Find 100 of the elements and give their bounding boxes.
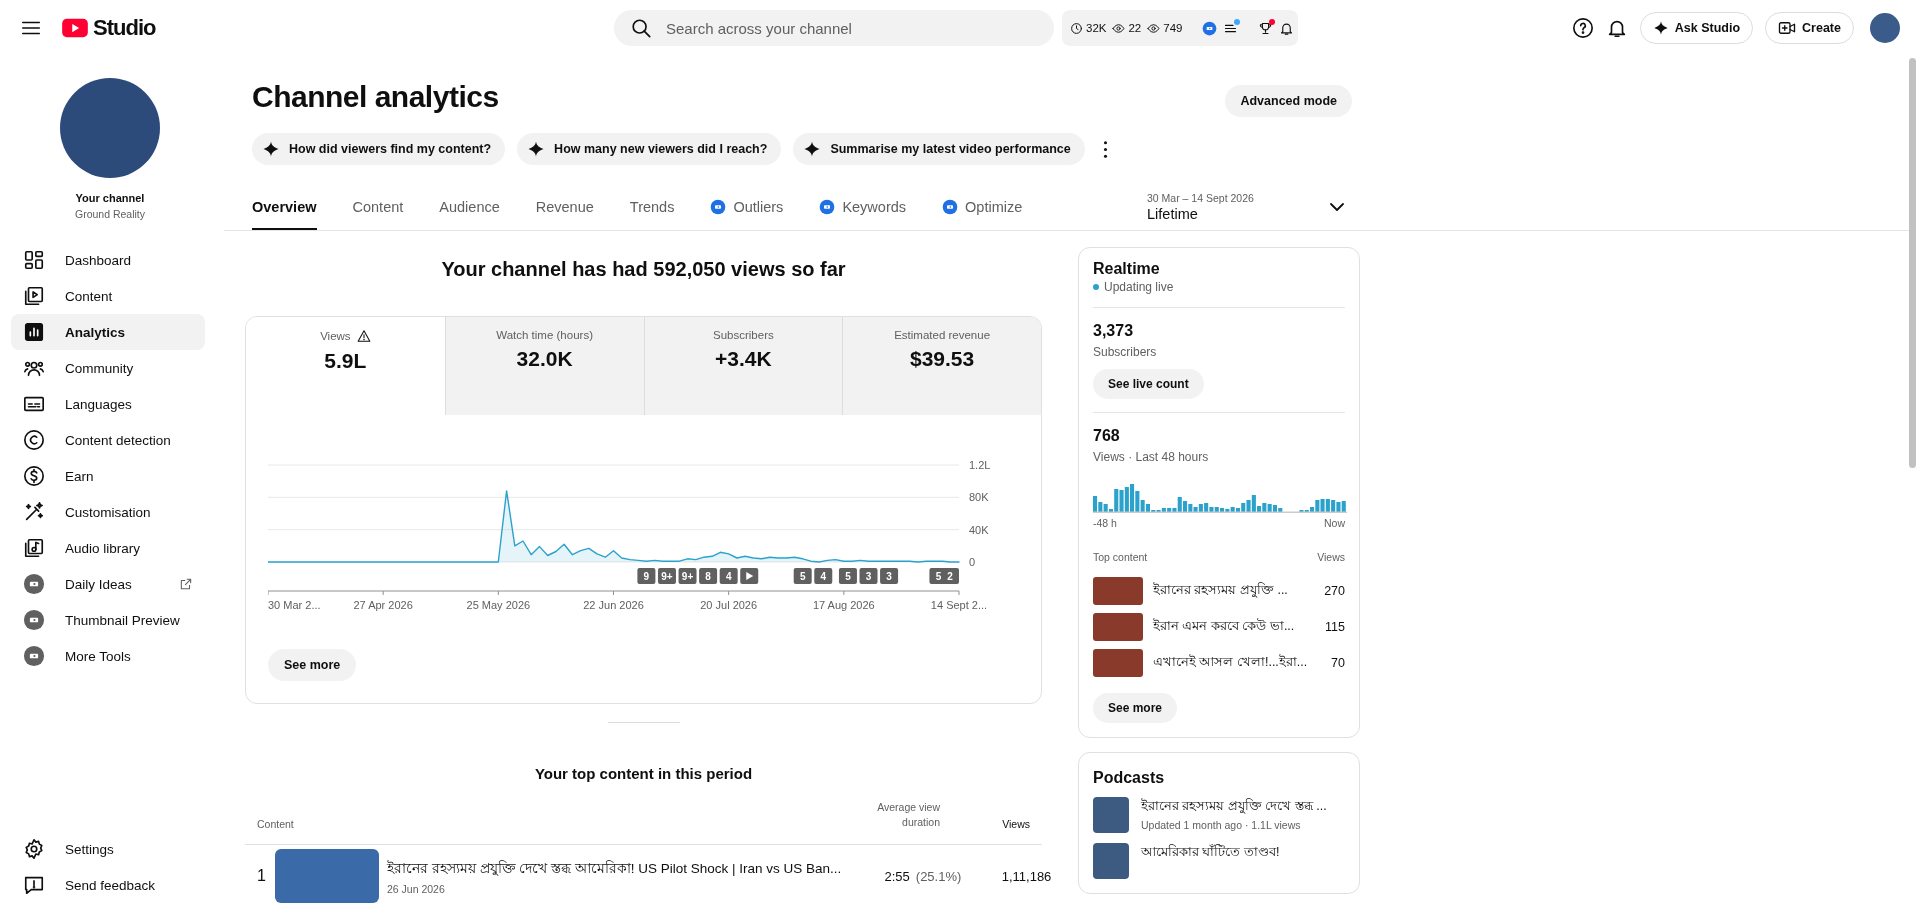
metric-tab[interactable]: Watch time (hours) 32.0K bbox=[444, 317, 644, 415]
video-thumbnail[interactable] bbox=[1093, 577, 1143, 605]
video-thumbnail[interactable] bbox=[1093, 613, 1143, 641]
search-icon bbox=[630, 17, 652, 39]
sidebar-item[interactable]: More Tools bbox=[11, 638, 205, 674]
feedback-icon bbox=[23, 874, 45, 896]
tab[interactable]: Overview bbox=[252, 185, 317, 230]
stat-value: 32K bbox=[1086, 22, 1107, 34]
see-live-count-button[interactable]: See live count bbox=[1093, 369, 1204, 399]
channel-name: Ground Reality bbox=[74, 207, 145, 222]
axis-label: Now bbox=[1324, 517, 1345, 529]
tab[interactable]: Optimize bbox=[942, 185, 1023, 230]
rank-number: 1 bbox=[257, 867, 267, 885]
podcast-title[interactable]: ইরানের রহস্যময় প্রযুক্তি দেখে স্তব্ধ ... bbox=[1141, 797, 1327, 817]
sidebar-item[interactable]: Earn bbox=[11, 458, 205, 494]
stat-value: 749 bbox=[1163, 22, 1183, 34]
sidebar-item[interactable]: Thumbnail Preview bbox=[11, 602, 205, 638]
account-avatar[interactable] bbox=[1870, 13, 1900, 43]
bar-chart-icon bbox=[23, 321, 45, 343]
tab[interactable]: Keywords bbox=[819, 185, 907, 230]
video-count-marker[interactable]: 5 bbox=[838, 568, 857, 584]
play-marker[interactable] bbox=[740, 568, 759, 584]
video-thumbnail[interactable] bbox=[275, 849, 379, 903]
video-count-marker[interactable]: 4 bbox=[719, 568, 738, 584]
video-title[interactable]: ইরানের রহস্যময় প্রযুক্তি ... bbox=[1153, 581, 1315, 601]
podcast-meta: Updated 1 month ago · 1.1L views bbox=[1141, 819, 1302, 831]
sidebar-item[interactable]: Dashboard bbox=[11, 242, 205, 278]
help-button[interactable] bbox=[1571, 17, 1594, 39]
create-button[interactable]: Create bbox=[1765, 12, 1854, 44]
sidebar-item[interactable]: Content detection bbox=[11, 422, 205, 458]
tab[interactable]: Content bbox=[352, 185, 404, 230]
extension-logo-icon bbox=[23, 645, 45, 667]
podcast-thumbnail[interactable] bbox=[1093, 797, 1129, 833]
video-count-marker[interactable]: 8 bbox=[699, 568, 718, 584]
tab[interactable]: Audience bbox=[439, 185, 500, 230]
video-count-marker[interactable]: 4 bbox=[814, 568, 833, 584]
duration-percent: (25.1%) bbox=[915, 868, 962, 884]
see-more-button[interactable]: See more bbox=[1093, 693, 1178, 723]
play-logo-icon bbox=[60, 17, 90, 39]
video-title[interactable]: ইরান এমন করবে কেউ ভা... bbox=[1153, 617, 1316, 637]
video-thumbnail[interactable] bbox=[1093, 649, 1143, 677]
sidebar-item[interactable]: Analytics bbox=[11, 314, 205, 350]
studio-logo[interactable]: Studio bbox=[60, 15, 156, 41]
extension-logo-button[interactable] bbox=[1202, 20, 1218, 36]
suggestion-chip[interactable]: How many new viewers did I reach? bbox=[517, 133, 782, 165]
trophy-button[interactable] bbox=[1258, 20, 1274, 36]
metric-tab[interactable]: Subscribers +3.4K bbox=[643, 317, 843, 415]
stat-value: 22 bbox=[1128, 22, 1142, 34]
magic-wand-icon bbox=[23, 501, 45, 523]
video-count-marker[interactable]: 9 bbox=[637, 568, 656, 584]
bell-button[interactable] bbox=[1279, 20, 1295, 36]
ask-studio-button[interactable]: Ask Studio bbox=[1639, 12, 1754, 44]
tab[interactable]: Revenue bbox=[535, 185, 594, 230]
trophy-icon bbox=[1258, 20, 1274, 36]
suggestion-chip[interactable]: Summarise my latest video performance bbox=[793, 133, 1085, 165]
axis-label: 22 Jun 2026 bbox=[583, 599, 644, 611]
video-title[interactable]: এখানেই আসল খেলা!...ইরা... bbox=[1153, 653, 1322, 673]
music-note-icon bbox=[23, 537, 45, 559]
dollar-icon bbox=[23, 465, 45, 487]
video-count-marker[interactable]: 9+ bbox=[657, 568, 676, 584]
see-more-button[interactable]: See more bbox=[268, 649, 357, 681]
view-count: 1,11,186 bbox=[1000, 868, 1052, 884]
tab[interactable]: Outliers bbox=[710, 185, 784, 230]
sparkle-icon bbox=[1652, 20, 1669, 36]
video-title[interactable]: ইরানের রহস্যময় প্রযুক্তি দেখে স্তব্ধ আমেরিকা! US Pilot Shock | Iran vs US Ban... bbox=[387, 857, 842, 881]
podcast-thumbnail[interactable] bbox=[1093, 843, 1129, 879]
tab[interactable]: Trends bbox=[629, 185, 675, 230]
suggestion-chip[interactable]: How did viewers find my content? bbox=[252, 133, 506, 165]
sidebar-item[interactable]: Audio library bbox=[11, 530, 205, 566]
podcast-title[interactable]: আমেরিকার ঘাঁটিতে তাণ্ডব! bbox=[1141, 843, 1280, 863]
sidebar-item[interactable]: Daily Ideas bbox=[11, 566, 205, 602]
more-button[interactable] bbox=[1102, 139, 1108, 159]
clock-icon bbox=[1070, 21, 1083, 35]
sidebar-item[interactable]: Customisation bbox=[11, 494, 205, 530]
metric-tab[interactable]: Estimated revenue $39.53 bbox=[842, 317, 1041, 415]
chevron-down-icon bbox=[1330, 202, 1344, 211]
axis-label: 17 Aug 2026 bbox=[812, 599, 875, 611]
sidebar-item[interactable]: Send feedback bbox=[11, 867, 205, 903]
sidebar-item[interactable]: Languages bbox=[11, 386, 205, 422]
extension-logo-icon bbox=[23, 573, 45, 595]
column-header: Content bbox=[257, 818, 295, 830]
dashboard-icon bbox=[23, 249, 45, 271]
video-count-marker[interactable]: 3 bbox=[859, 568, 878, 584]
scrollbar-thumb[interactable] bbox=[1909, 58, 1916, 468]
video-count-marker[interactable]: 9+ bbox=[678, 568, 697, 584]
video-count-marker[interactable]: 3 bbox=[880, 568, 899, 584]
page-title: Channel analytics bbox=[252, 80, 499, 114]
sidebar-item[interactable]: Settings bbox=[11, 831, 205, 867]
sidebar-item[interactable]: Content bbox=[11, 278, 205, 314]
date-range-dropdown[interactable]: 30 Mar – 14 Sept 2026 Lifetime bbox=[1147, 183, 1352, 230]
axis-label: 1.2L bbox=[969, 459, 991, 471]
search-field[interactable]: Search across your channel bbox=[614, 10, 1054, 46]
video-count-marker[interactable]: 5 bbox=[793, 568, 812, 584]
axis-label: 40K bbox=[969, 523, 989, 536]
channel-title[interactable]: Your channel bbox=[75, 190, 145, 206]
view-count: 270 bbox=[1324, 584, 1345, 598]
axis-label: 0 bbox=[969, 556, 976, 568]
sparkle-icon bbox=[262, 140, 280, 158]
advanced-mode-button[interactable]: Advanced mode bbox=[1225, 85, 1352, 117]
sidebar-item[interactable]: Community bbox=[11, 350, 205, 386]
